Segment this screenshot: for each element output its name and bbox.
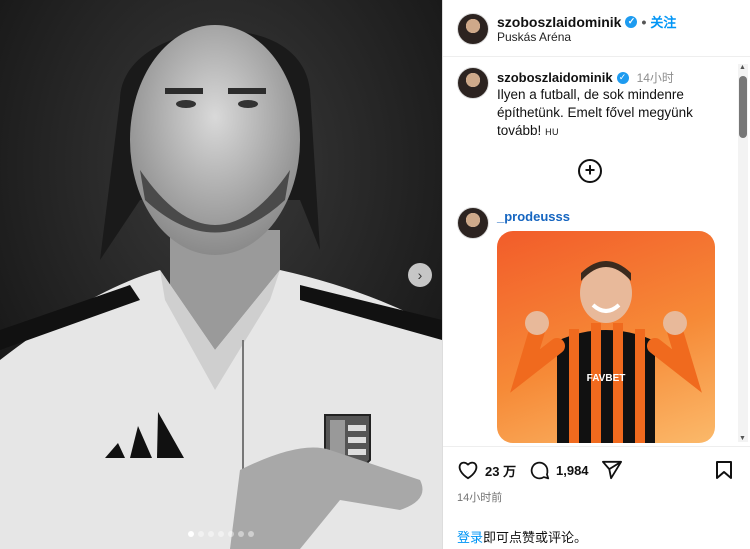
carousel-dot[interactable]: [208, 531, 214, 537]
caption-text: Ilyen a futball, de sok mindenre építhet…: [497, 87, 693, 138]
comments-scrollbar[interactable]: ▲ ▼: [738, 64, 748, 442]
post-media-carousel[interactable]: ›: [0, 0, 442, 549]
header-user-row: szoboszlaidominik ✓ • 关注: [497, 12, 676, 31]
load-more-comments-icon[interactable]: +: [578, 159, 602, 183]
verified-badge-icon: ✓: [625, 15, 638, 28]
carousel-dot[interactable]: [188, 531, 194, 537]
caption-language-tag: HU: [545, 127, 560, 137]
carousel-dot[interactable]: [248, 531, 254, 537]
scroll-down-icon[interactable]: ▼: [739, 435, 746, 442]
verified-badge-icon: ✓: [616, 71, 629, 84]
share-button[interactable]: [601, 460, 623, 480]
heart-icon: [458, 461, 478, 480]
comment-button[interactable]: 1,984: [529, 460, 589, 481]
post-sidebar: szoboszlaidominik ✓ • 关注 Puskás Aréna sz…: [443, 0, 750, 549]
avatar[interactable]: [457, 13, 489, 45]
like-count[interactable]: 23 万: [485, 461, 516, 480]
login-prompt: 登录即可点赞或评论。: [457, 527, 587, 546]
carousel-dot[interactable]: [218, 531, 224, 537]
carousel-next-button[interactable]: ›: [408, 263, 432, 287]
sticker-shirt-text: FAVBET: [587, 373, 626, 384]
caption-avatar[interactable]: [457, 67, 489, 99]
comment-bubble-icon: [530, 461, 550, 480]
username-link[interactable]: szoboszlaidominik: [497, 14, 621, 30]
carousel-dot[interactable]: [238, 531, 244, 537]
carousel-dot[interactable]: [228, 531, 234, 537]
follow-button[interactable]: 关注: [650, 12, 676, 31]
comment-count: 1,984: [556, 463, 589, 478]
scroll-up-icon[interactable]: ▲: [739, 64, 746, 71]
comment-avatar[interactable]: [457, 207, 489, 239]
login-prompt-suffix: 即可点赞或评论。: [483, 530, 588, 545]
location-link[interactable]: Puskás Aréna: [497, 30, 571, 44]
post-photo: [0, 0, 442, 549]
sticker-illustration: FAVBET: [510, 261, 702, 443]
post-actions-bar: 23 万 1,984 14小时前 登录即可点赞或评论。: [443, 446, 750, 547]
post-header: szoboszlaidominik ✓ • 关注 Puskás Aréna: [443, 0, 750, 57]
like-button[interactable]: 23 万: [457, 460, 516, 480]
bookmark-icon: [716, 461, 732, 479]
carousel-indicator: [0, 531, 442, 537]
scroll-thumb[interactable]: [739, 76, 747, 138]
separator-dot: •: [641, 13, 647, 30]
save-button[interactable]: [715, 460, 733, 485]
carousel-dot[interactable]: [198, 531, 204, 537]
login-link[interactable]: 登录: [457, 530, 483, 545]
caption-username-link[interactable]: szoboszlaidominik: [497, 70, 613, 85]
caption-user-row: szoboszlaidominik ✓ 14小时: [497, 69, 674, 86]
caption-timestamp[interactable]: 14小时: [637, 69, 674, 86]
chevron-right-icon: ›: [417, 267, 423, 283]
post-time-ago[interactable]: 14小时前: [457, 489, 502, 505]
comment-username-link[interactable]: _prodeusss: [497, 209, 570, 224]
paper-plane-icon: [602, 460, 622, 480]
caption-text-block: Ilyen a futball, de sok mindenre építhet…: [497, 86, 727, 141]
comment-sticker-image: FAVBET: [497, 231, 715, 443]
